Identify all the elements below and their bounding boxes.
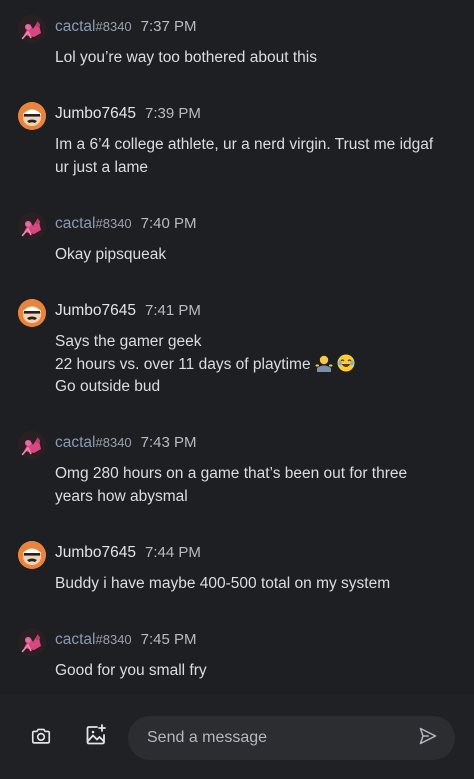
username[interactable]: cactal [55, 434, 96, 451]
timestamp: 7:41 PM [145, 302, 201, 319]
jumbo-avatar[interactable] [18, 541, 46, 569]
jumbo-avatar[interactable] [18, 102, 46, 130]
username[interactable]: cactal [55, 631, 96, 648]
cactal-avatar[interactable] [18, 431, 46, 459]
cactal-avatar[interactable] [18, 628, 46, 656]
message-line: Omg 280 hours on a game that’s been out … [55, 465, 408, 482]
man-shrugging-emoji [315, 354, 333, 372]
message-content: Okay pipsqueak [55, 244, 465, 267]
username[interactable]: cactal [55, 215, 96, 232]
message-list[interactable]: cactal#8340 7:37 PM Lol you’re way too bo… [0, 0, 474, 695]
send-button[interactable] [414, 724, 442, 752]
message-line: Okay pipsqueak [55, 246, 167, 263]
cactal-avatar[interactable] [18, 212, 46, 240]
timestamp: 7:43 PM [140, 434, 197, 451]
send-icon [418, 726, 438, 751]
username[interactable]: cactal [55, 18, 96, 35]
message-content: Says the gamer geek 22 hours vs. over 11… [55, 331, 465, 399]
username[interactable]: Jumbo7645 [55, 302, 136, 319]
timestamp: 7:45 PM [140, 631, 197, 648]
message-input[interactable] [128, 716, 455, 760]
composer-bar [0, 695, 474, 779]
message-line: Says the gamer geek [55, 333, 202, 350]
discriminator: #8340 [95, 19, 132, 34]
message-line: Good for you small fry [55, 662, 207, 679]
discriminator: #8340 [95, 435, 132, 450]
timestamp: 7:37 PM [140, 18, 197, 35]
timestamp: 7:39 PM [145, 105, 201, 122]
message-line: 22 hours vs. over 11 days of playtime [55, 355, 311, 373]
message-line: Lol you’re way too bothered about this [55, 49, 317, 66]
username[interactable]: Jumbo7645 [55, 105, 136, 122]
message-line: Buddy i have maybe 400-500 total on my s… [55, 575, 391, 592]
message-content: Im a 6’4 college athlete, ur a nerd virg… [55, 134, 465, 179]
camera-button[interactable] [26, 723, 56, 753]
message-content: Omg 280 hours on a game that’s been out … [55, 463, 465, 508]
username[interactable]: Jumbo7645 [55, 544, 136, 561]
message-content: Good for you small fry [55, 660, 465, 683]
jumbo-avatar[interactable] [18, 299, 46, 327]
message-content: Lol you’re way too bothered about this [55, 47, 465, 70]
message-content: Buddy i have maybe 400-500 total on my s… [55, 573, 465, 596]
message-line: Im a 6’4 college athlete, ur a nerd virg… [55, 136, 434, 153]
timestamp: 7:44 PM [145, 544, 201, 561]
discriminator: #8340 [95, 216, 132, 231]
message-line: years how abysmal [55, 487, 188, 505]
add-image-icon [84, 723, 108, 752]
message-line-with-emoji: 22 hours vs. over 11 days of playtime [55, 354, 465, 377]
timestamp: 7:40 PM [140, 215, 197, 232]
add-image-button[interactable] [81, 722, 111, 752]
message-line: ur just a lame [55, 158, 149, 176]
joy-emoji [337, 354, 355, 372]
discriminator: #8340 [95, 632, 132, 647]
cactal-avatar[interactable] [18, 15, 46, 43]
camera-icon [30, 725, 52, 752]
message-line: Go outside bud [55, 378, 161, 395]
